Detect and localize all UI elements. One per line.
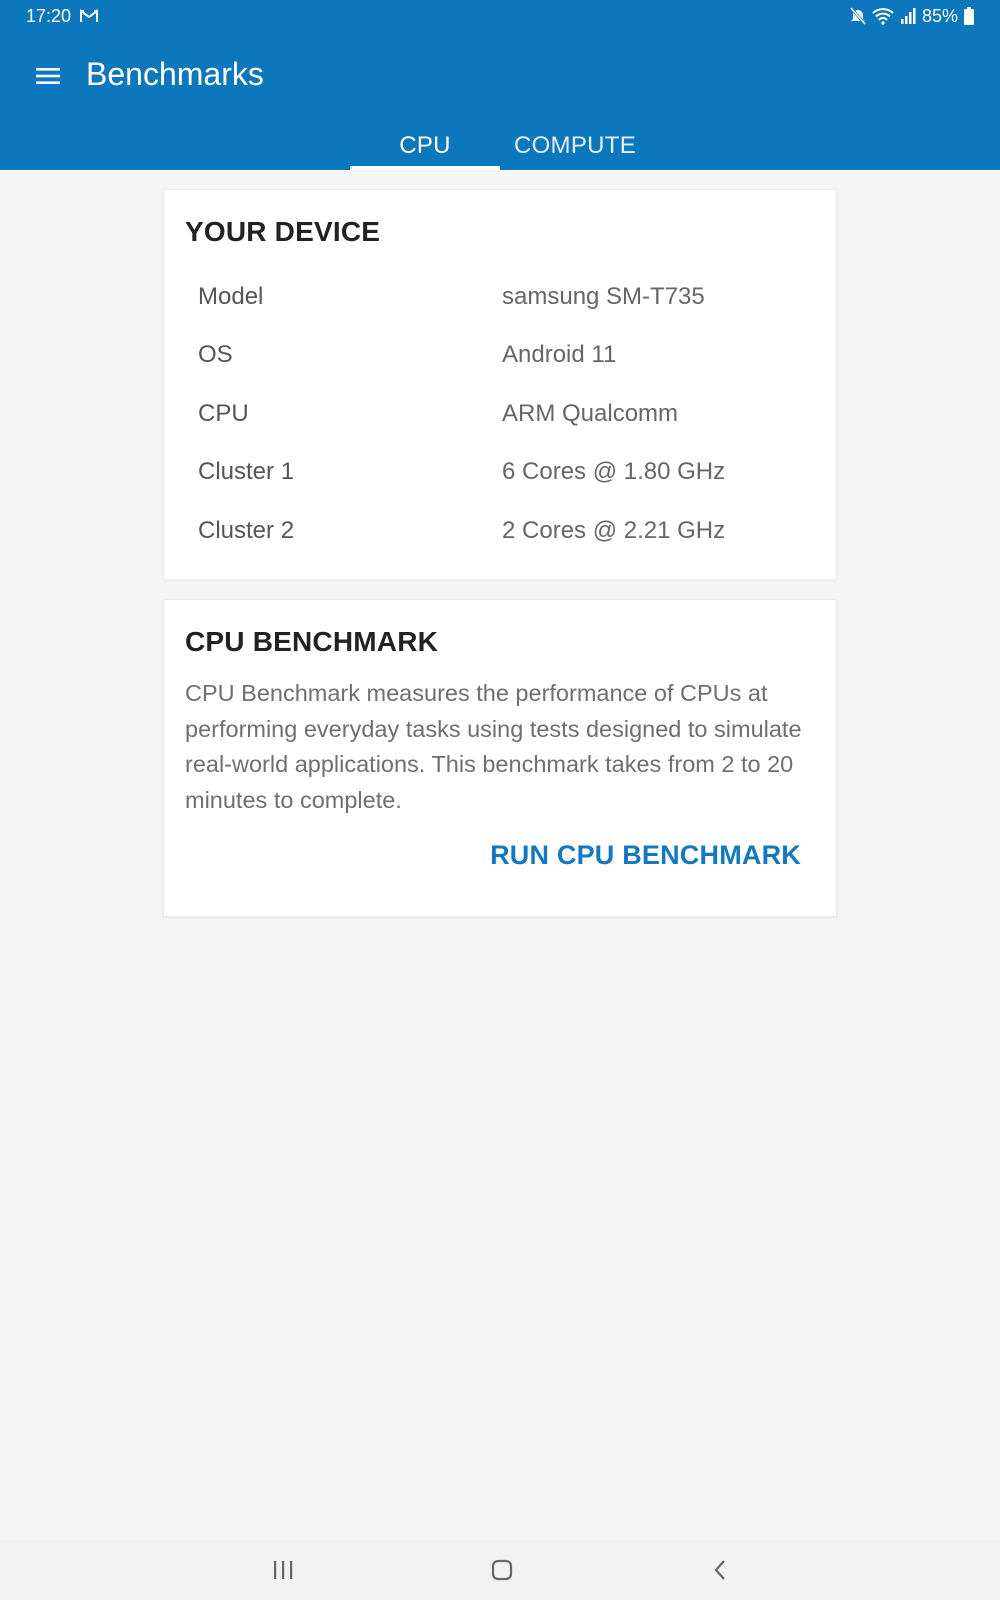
spec-row-os: OS Android 11 — [198, 335, 818, 375]
spec-value: samsung SM-T735 — [502, 283, 705, 310]
wifi-icon — [872, 7, 894, 25]
spec-row-model: Model samsung SM-T735 — [198, 277, 818, 317]
status-time: 17:20 — [26, 5, 72, 26]
app-title: Benchmarks — [86, 56, 264, 92]
spec-label: Cluster 1 — [198, 458, 295, 485]
spec-label: OS — [198, 341, 233, 368]
device-card-title: YOUR DEVICE — [185, 216, 381, 247]
recent-apps-icon[interactable] — [261, 1550, 305, 1590]
cpu-benchmark-card: CPU BENCHMARK CPU Benchmark measures the… — [163, 599, 837, 917]
home-icon[interactable] — [480, 1550, 524, 1590]
spec-value: 6 Cores @ 1.80 GHz — [502, 458, 726, 485]
benchmark-card-title: CPU BENCHMARK — [185, 626, 439, 657]
spec-label: Model — [198, 283, 264, 310]
status-right: 85% — [849, 5, 974, 27]
app-bar: Benchmarks CPU COMPUTE — [0, 32, 1000, 170]
spec-value: Android 11 — [502, 341, 617, 368]
spec-value: ARM Qualcomm — [502, 400, 679, 427]
benchmark-description: CPU Benchmark measures the performance o… — [185, 680, 802, 813]
tab-bar: CPU COMPUTE — [350, 122, 650, 170]
tab-cpu[interactable]: CPU — [350, 122, 500, 170]
mute-icon — [849, 7, 866, 25]
spec-label: CPU — [198, 400, 249, 427]
battery-icon — [964, 7, 974, 25]
status-left: 17:20 — [26, 6, 99, 27]
signal-icon — [900, 8, 916, 24]
spec-row-cluster-2: Cluster 2 2 Cores @ 2.21 GHz — [198, 511, 818, 551]
gmail-icon — [79, 8, 99, 24]
spec-row-cpu: CPU ARM Qualcomm — [198, 394, 818, 434]
spec-value: 2 Cores @ 2.21 GHz — [502, 517, 726, 544]
spec-label: Cluster 2 — [198, 517, 295, 544]
run-cpu-benchmark-button[interactable]: RUN CPU BENCHMARK — [490, 840, 801, 871]
status-bar: 17:20 85% — [0, 0, 1000, 32]
tab-compute[interactable]: COMPUTE — [500, 122, 650, 170]
hamburger-menu-icon[interactable] — [26, 54, 70, 98]
spec-row-cluster-1: Cluster 1 6 Cores @ 1.80 GHz — [198, 452, 818, 492]
battery-percent: 85% — [921, 5, 958, 26]
system-nav-bar — [0, 1540, 1000, 1600]
back-icon[interactable] — [698, 1550, 742, 1590]
device-info-card: YOUR DEVICE Model samsung SM-T735 OS And… — [163, 189, 837, 580]
